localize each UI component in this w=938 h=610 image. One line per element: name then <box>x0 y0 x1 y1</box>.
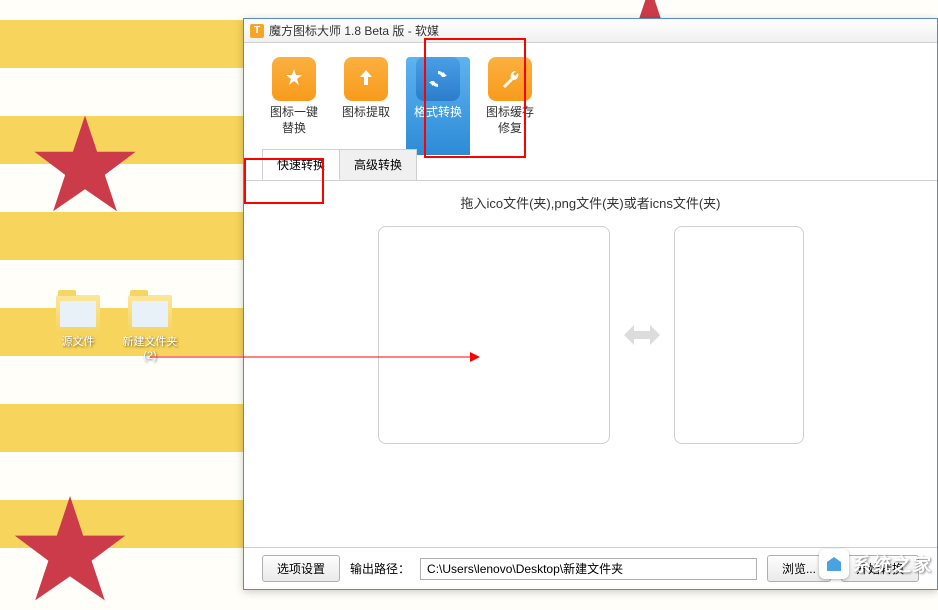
folder-label: 源文件 <box>48 335 108 349</box>
wrench-icon <box>488 57 532 101</box>
watermark: 系统之家 <box>819 549 933 579</box>
content-area: 拖入ico文件(夹),png文件(夹)或者icns文件(夹) <box>244 181 937 456</box>
drop-zones <box>262 226 919 444</box>
toolbar-btn-extract[interactable]: 图标提取 <box>334 57 398 155</box>
options-button[interactable]: 选项设置 <box>262 555 340 582</box>
folder-icon <box>128 295 172 331</box>
drop-hint: 拖入ico文件(夹),png文件(夹)或者icns文件(夹) <box>262 193 919 212</box>
star-decoration <box>10 490 130 610</box>
folder-icon <box>56 295 100 331</box>
upload-icon <box>344 57 388 101</box>
star-icon <box>272 57 316 101</box>
watermark-icon <box>819 549 849 579</box>
toolbar-label: 图标缓存 修复 <box>486 105 534 136</box>
convert-arrow-icon <box>622 321 662 349</box>
toolbar-btn-cache-repair[interactable]: 图标缓存 修复 <box>478 57 542 155</box>
toolbar-label: 图标提取 <box>342 105 390 121</box>
app-icon: T <box>250 24 264 38</box>
tab-advanced-convert[interactable]: 高级转换 <box>339 149 417 180</box>
output-path-input[interactable] <box>420 558 757 580</box>
toolbar-label: 图标一键 替换 <box>270 105 318 136</box>
window-title: 魔方图标大师 1.8 Beta 版 - 软媒 <box>269 22 439 39</box>
refresh-icon <box>416 57 460 101</box>
drop-box-source[interactable] <box>378 226 610 444</box>
toolbar-btn-replace[interactable]: 图标一键 替换 <box>262 57 326 155</box>
drop-box-target[interactable] <box>674 226 804 444</box>
desktop-folder-new[interactable]: 新建文件夹 (2) <box>120 295 180 364</box>
star-decoration <box>30 110 140 220</box>
tab-quick-convert[interactable]: 快速转换 <box>262 149 340 180</box>
folder-label: 新建文件夹 (2) <box>120 335 180 364</box>
path-label: 输出路径： <box>350 560 410 577</box>
watermark-text: 系统之家 <box>853 551 933 577</box>
toolbar: 图标一键 替换 图标提取 格式转换 图标缓存 修复 <box>244 43 937 155</box>
desktop-folder-source[interactable]: 源文件 <box>48 295 108 349</box>
app-window: T 魔方图标大师 1.8 Beta 版 - 软媒 图标一键 替换 图标提取 格式… <box>243 18 938 590</box>
toolbar-btn-convert[interactable]: 格式转换 <box>406 57 470 155</box>
tabs: 快速转换 高级转换 <box>244 149 937 181</box>
toolbar-label: 格式转换 <box>414 105 462 121</box>
titlebar[interactable]: T 魔方图标大师 1.8 Beta 版 - 软媒 <box>244 19 937 43</box>
